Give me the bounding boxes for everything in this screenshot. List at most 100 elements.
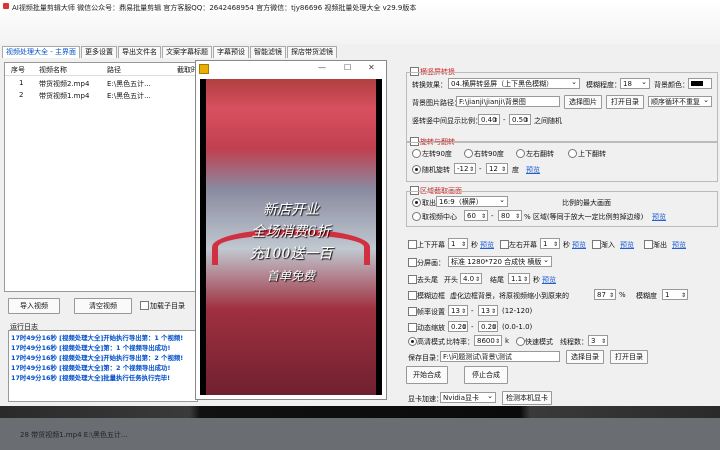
rotate-left90-label: 左转90度	[422, 150, 452, 158]
title-bar: AI视频批量剪辑大师 微信公众号：鼎易批量剪辑 官方客服QQ：264246895…	[0, 0, 720, 44]
fps-range: (12-120)	[502, 307, 533, 315]
left-right-curtain-checkbox[interactable]	[500, 240, 509, 249]
tab-main[interactable]: 视频处理大全 - 主界面	[2, 46, 80, 58]
rotate-min-input[interactable]: -12	[454, 163, 476, 175]
rotate-dash: -	[479, 165, 482, 173]
crop-dash: -	[491, 212, 494, 220]
video-app-icon	[199, 64, 209, 74]
left-right-preview[interactable]: 预览	[572, 240, 586, 250]
hq-mode-radio[interactable]	[408, 337, 417, 346]
add-subdir-checkbox[interactable]	[140, 301, 149, 310]
blur-border-label: 模糊边框	[417, 292, 445, 300]
fade-in-checkbox[interactable]	[592, 240, 601, 249]
maximize-icon[interactable]: ☐	[344, 63, 351, 72]
zoom-checkbox[interactable]	[408, 323, 417, 332]
import-video-button[interactable]: 导入视频	[8, 298, 60, 314]
save-dir-input[interactable]: F:\问题测试\背景\测试	[440, 351, 560, 362]
tab-export-filename[interactable]: 导出文件名	[117, 46, 161, 58]
zoom-max[interactable]: 0.20	[478, 321, 498, 333]
rotate-unit: 度	[512, 166, 519, 174]
fps-checkbox[interactable]	[408, 307, 417, 316]
rotate-preview-link[interactable]: 预览	[526, 165, 540, 175]
caption-line: 首单免费	[266, 269, 315, 283]
fade-in-preview[interactable]: 预览	[620, 240, 634, 250]
hq-mode-label: 高清模式	[417, 338, 445, 346]
tab-copy-subtitle[interactable]: 文案字幕标题	[161, 46, 212, 58]
log-line: 17时49分16秒 [视频处理大全]批量执行任务执行完毕!	[11, 374, 171, 382]
rotate-max-input[interactable]: 12	[486, 163, 508, 175]
start-button[interactable]: 开始合成	[406, 366, 448, 384]
rotate-right90-radio[interactable]	[464, 149, 473, 158]
crop-preview-link[interactable]: 预览	[652, 212, 666, 222]
top-bottom-seconds[interactable]: 1	[448, 238, 468, 250]
blur-level-select[interactable]: 18	[620, 77, 650, 89]
flip-ud-radio[interactable]	[568, 149, 577, 158]
bg-image-input[interactable]: F:\jianji\jianji\背景图	[456, 96, 560, 107]
fast-mode-radio[interactable]	[516, 337, 525, 346]
fade-out-preview[interactable]: 预览	[672, 240, 686, 250]
trim-preview[interactable]: 预览	[542, 275, 556, 285]
ratio-min-input[interactable]: 0.40	[478, 114, 500, 126]
crop-center-max[interactable]: 80	[498, 210, 522, 222]
open-dir-button[interactable]: 打开目录	[606, 95, 644, 109]
flip-ud-label: 上下翻转	[578, 150, 606, 158]
fps-min[interactable]: 13	[448, 305, 468, 317]
top-bottom-unit: 秒	[471, 241, 478, 249]
threads-label: 线程数：	[560, 338, 588, 346]
save-dir-label: 保存目录：	[408, 354, 443, 362]
flip-lr-label: 左右翻转	[526, 150, 554, 158]
crop-center-radio[interactable]	[412, 212, 421, 221]
split-screen-checkbox[interactable]	[408, 258, 417, 267]
bitrate-unit: k	[505, 337, 510, 345]
head-seconds[interactable]: 4.0	[460, 273, 482, 285]
bg-color-picker[interactable]	[688, 78, 712, 89]
top-bottom-preview[interactable]: 预览	[480, 240, 494, 250]
crop-ratio-select[interactable]: 16:9（横屏）	[436, 195, 508, 207]
select-image-button[interactable]: 选择图片	[564, 95, 602, 109]
tab-more-settings[interactable]: 更多设置	[80, 46, 117, 58]
ratio-max-input[interactable]: 0.50	[509, 114, 531, 126]
zoom-min[interactable]: 0.20	[448, 321, 468, 333]
stop-button[interactable]: 停止合成	[464, 366, 508, 384]
threads-input[interactable]: 3	[588, 335, 608, 347]
fps-max[interactable]: 13	[478, 305, 498, 317]
crop-center-label: 取视频中心	[422, 213, 457, 221]
ratio-label: 竖转竖中间显示比例：	[412, 117, 482, 125]
file-table[interactable]: 序号 视频名称 路径 截取时 1 带货视频2.mp4 E:\黑色五计... 2 …	[4, 62, 202, 292]
zoom-label: 动态缩放	[417, 324, 445, 332]
rotate-left90-radio[interactable]	[412, 149, 421, 158]
add-subdir-label: 加载子目录	[150, 302, 185, 310]
tab-subtitle-preset[interactable]: 字幕预设	[212, 46, 249, 58]
rotate-right90-label: 右转90度	[474, 150, 504, 158]
blur-border-pct[interactable]: 87	[594, 289, 616, 301]
trim-checkbox[interactable]	[408, 275, 417, 284]
settings-panel: 横竖屏转换 转换效果： 04.横屏转竖屏（上下黑色模糊） 模糊程度： 18 背景…	[404, 64, 720, 406]
close-icon[interactable]: ✕	[368, 63, 375, 72]
blur-border-checkbox[interactable]	[408, 291, 417, 300]
fade-out-checkbox[interactable]	[644, 240, 653, 249]
detect-gpu-button[interactable]: 检测本机显卡	[502, 391, 552, 405]
select-dir-button[interactable]: 选择目录	[566, 350, 604, 364]
crop-ratio-radio[interactable]	[412, 198, 421, 207]
tab-shop-filter[interactable]: 探店带货滤镜	[286, 46, 337, 58]
fps-dash: -	[471, 307, 474, 315]
row-name: 带货视频2.mp4	[39, 80, 90, 88]
bitrate-input[interactable]: 8600	[474, 335, 502, 347]
tail-seconds[interactable]: 1.1	[508, 273, 530, 285]
blur-degree-input[interactable]: 1	[662, 289, 688, 301]
crop-center-min[interactable]: 60	[464, 210, 488, 222]
clear-video-button[interactable]: 清空视频	[74, 298, 132, 314]
loop-mode-select[interactable]: 顺序循环不重复	[648, 95, 712, 107]
h2v-mode-select[interactable]: 04.横屏转竖屏（上下黑色模糊）	[448, 77, 580, 89]
col-name: 视频名称	[39, 66, 67, 74]
split-screen-select[interactable]: 标准 1280*720 合成快 横版	[448, 255, 552, 267]
minimize-icon[interactable]: —	[318, 63, 326, 72]
flip-lr-radio[interactable]	[516, 149, 525, 158]
video-player[interactable]: 新店开业 全场消费6折 充100送一百 首单免费	[200, 79, 382, 395]
top-bottom-curtain-checkbox[interactable]	[408, 240, 417, 249]
gpu-select[interactable]: Nvidia显卡	[440, 391, 496, 403]
open-save-dir-button[interactable]: 打开目录	[610, 350, 648, 364]
tab-smart-filter[interactable]: 智能滤镜	[249, 46, 286, 58]
random-rotate-radio[interactable]	[412, 165, 421, 174]
left-right-seconds[interactable]: 1	[540, 238, 560, 250]
